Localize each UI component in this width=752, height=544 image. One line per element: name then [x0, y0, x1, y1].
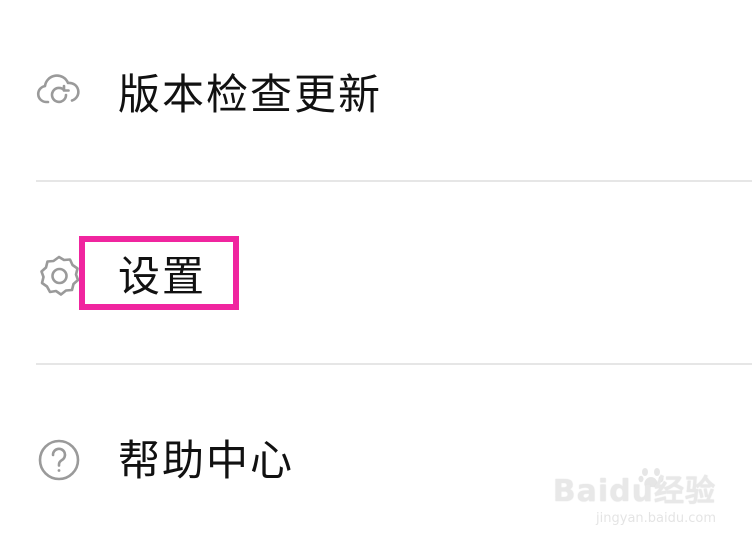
gear-icon — [36, 253, 82, 299]
menu-item-settings[interactable]: 设置 — [0, 224, 752, 328]
help-circle-icon — [36, 437, 82, 483]
baidu-jingyan-watermark: Baidu经验 jingyan.baidu.com — [553, 464, 716, 526]
watermark-url: jingyan.baidu.com — [596, 511, 716, 526]
cloud-sync-icon — [36, 69, 82, 115]
menu-item-label: 设置 — [118, 252, 207, 301]
settings-menu: 版本检查更新 设置 帮助中心 Baidu经验 jingyan.baidu.com — [0, 0, 752, 544]
watermark-text: Baidu经验 — [552, 474, 716, 509]
menu-item-label: 版本检查更新 — [118, 70, 383, 119]
divider — [36, 180, 752, 182]
menu-item-version-update[interactable]: 版本检查更新 — [0, 40, 752, 144]
menu-item-label: 帮助中心 — [118, 436, 295, 485]
divider — [36, 363, 752, 365]
